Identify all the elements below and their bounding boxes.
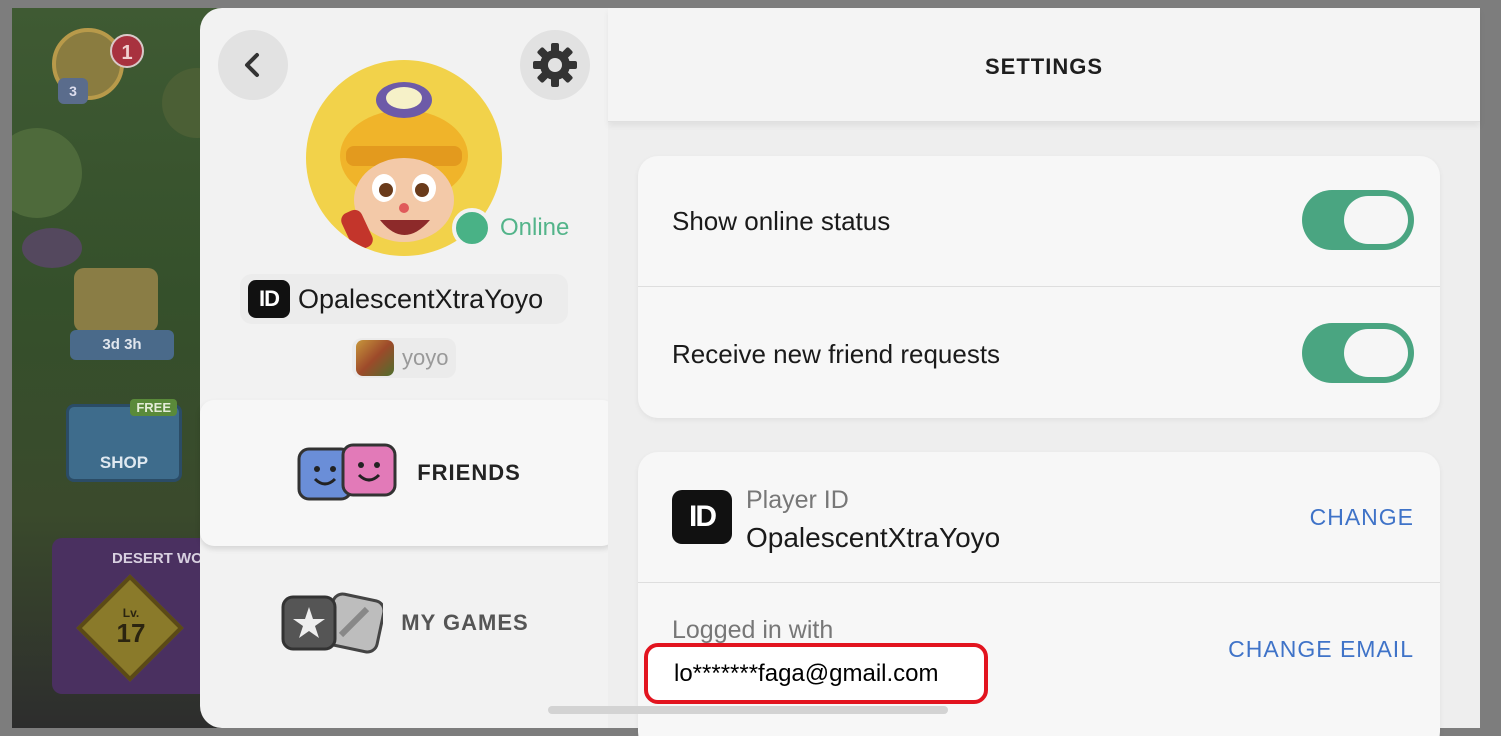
login-email: lo*******faga@gmail.com <box>674 659 939 687</box>
notification-badge: 1 <box>110 34 144 68</box>
setting-row-online-status: Show online status <box>638 156 1440 287</box>
player-level-badge: 3 <box>58 78 88 104</box>
event-title: DESERT WO <box>112 550 203 567</box>
page-title: SETTINGS <box>984 54 1103 79</box>
toggle-knob <box>1344 196 1408 244</box>
settings-panel: SETTINGS Show online status Receive new … <box>608 8 1480 736</box>
reward-chest[interactable] <box>74 268 158 332</box>
reward-timer: 3d 3h <box>70 330 174 360</box>
id-icon: ID <box>248 280 290 318</box>
privacy-settings-card: Show online status Receive new friend re… <box>638 156 1440 418</box>
my-games-icon <box>281 592 384 654</box>
setting-row-friend-requests: Receive new friend requests <box>638 287 1440 418</box>
current-game-name: yoyo <box>402 345 449 370</box>
player-name-pill: ID OpalescentXtraYoyo <box>240 274 568 324</box>
shop-label: SHOP <box>99 453 149 472</box>
event-level-number: 17 <box>116 618 146 648</box>
chevron-left-icon <box>245 53 259 77</box>
event-level: Lv. 17 <box>110 606 152 646</box>
nav-my-games-label: MY GAMES <box>401 610 529 635</box>
scroll-indicator[interactable] <box>548 706 948 714</box>
shop-button[interactable]: FREE SHOP <box>66 399 182 482</box>
nav-friends-label: FRIENDS <box>417 460 521 485</box>
player-id-row: ID Player ID OpalescentXtraYoyo CHANGE <box>638 452 1440 583</box>
online-status-label: Online <box>500 214 570 241</box>
player-id-caption: Player ID <box>746 486 849 514</box>
game-thumbnail-icon <box>356 340 394 376</box>
gear-icon <box>533 43 577 87</box>
current-game-pill: yoyo <box>352 338 456 378</box>
online-status-toggle[interactable] <box>1302 190 1414 250</box>
email-highlight: lo*******faga@gmail.com <box>644 643 988 704</box>
friends-icon <box>297 443 397 501</box>
shop-free-tag: FREE <box>130 399 177 416</box>
login-caption: Logged in with <box>672 616 834 644</box>
change-player-id-button[interactable]: CHANGE <box>1310 504 1414 531</box>
back-button[interactable] <box>218 30 288 100</box>
settings-header: SETTINGS <box>608 8 1480 122</box>
nav-item-my-games[interactable]: MY GAMES <box>200 548 608 698</box>
online-status-dot <box>452 208 492 248</box>
nav-item-friends[interactable]: FRIENDS <box>200 400 616 546</box>
settings-button[interactable] <box>520 30 590 100</box>
game-background: 1 3 3d 3h FREE SHOP DESERT WO Lv. 17 <box>12 8 232 728</box>
player-id-value: OpalescentXtraYoyo <box>746 522 1001 553</box>
toggle-knob <box>1344 329 1408 377</box>
setting-label-friend-requests: Receive new friend requests <box>672 339 1001 369</box>
change-email-button[interactable]: CHANGE EMAIL <box>1228 636 1414 663</box>
setting-label-online-status: Show online status <box>672 206 891 236</box>
profile-sidebar: Online ID OpalescentXtraYoyo yoyo FRIEND… <box>200 8 616 728</box>
player-id-icon: ID <box>672 490 732 544</box>
friend-requests-toggle[interactable] <box>1302 323 1414 383</box>
player-name: OpalescentXtraYoyo <box>298 283 544 314</box>
